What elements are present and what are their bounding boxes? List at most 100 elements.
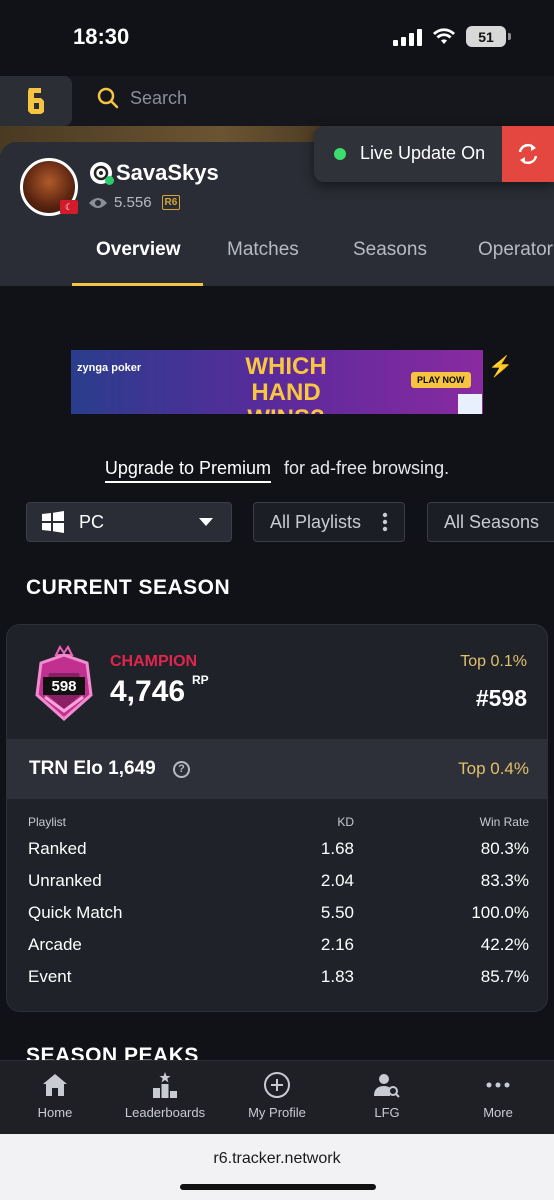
tab-operators[interactable]: Operator xyxy=(478,238,553,286)
current-season-card: 598 CHAMPION 4,746 RP Top 0.1% #598 TRN … xyxy=(6,624,548,1012)
search-input[interactable]: Search xyxy=(130,88,187,109)
wifi-icon xyxy=(433,27,455,44)
playlist-stats-table: Playlist KD Win Rate Ranked 1.68 80.3% U… xyxy=(7,815,547,999)
home-indicator[interactable] xyxy=(180,1184,376,1190)
nav-home[interactable]: Home xyxy=(0,1071,110,1120)
top-nav: Search xyxy=(0,76,554,126)
seasons-select[interactable]: All Seasons xyxy=(427,502,554,542)
header-win-rate: Win Rate xyxy=(479,815,529,829)
add-circle-icon xyxy=(264,1072,290,1098)
platform-label: PC xyxy=(79,511,105,532)
search-bar[interactable]: Search xyxy=(96,86,187,110)
ad-brand: zynga poker xyxy=(77,362,142,374)
row-playlist: Ranked xyxy=(28,839,87,858)
nav-leaderboards[interactable]: Leaderboards xyxy=(110,1071,220,1120)
active-tab-indicator xyxy=(72,283,203,286)
status-bar: 18:30 51 xyxy=(0,0,554,76)
row-kd: 1.68 xyxy=(320,839,354,858)
platform-select[interactable]: PC xyxy=(26,502,232,542)
nav-lfg[interactable]: LFG xyxy=(332,1071,442,1120)
tab-matches[interactable]: Matches xyxy=(227,238,299,286)
row-win-rate: 42.2% xyxy=(480,935,529,954)
row-playlist: Event xyxy=(28,967,72,986)
premium-text: for ad-free browsing. xyxy=(284,458,450,478)
rank-top-percent: Top 0.1% xyxy=(460,653,527,670)
search-icon xyxy=(97,87,119,109)
game-badge: R6 xyxy=(161,195,181,210)
eye-icon xyxy=(89,197,107,208)
table-row: Event 1.83 85.7% xyxy=(7,967,547,999)
row-win-rate: 85.7% xyxy=(480,967,529,986)
row-kd: 2.04 xyxy=(320,871,354,890)
current-season-title: CURRENT SEASON xyxy=(26,576,231,599)
country-flag-icon: ☾ xyxy=(60,200,78,214)
nav-my-profile[interactable]: My Profile xyxy=(222,1071,332,1120)
row-win-rate: 80.3% xyxy=(480,839,529,858)
more-icon xyxy=(486,1082,510,1088)
ad-headline: WHICH HAND WINS? xyxy=(245,353,327,415)
table-header: Playlist KD Win Rate xyxy=(7,815,547,839)
user-search-icon xyxy=(374,1074,400,1098)
tab-seasons[interactable]: Seasons xyxy=(353,238,427,286)
row-playlist: Quick Match xyxy=(28,903,123,922)
seasons-label: All Seasons xyxy=(444,511,540,532)
tab-overview[interactable]: Overview xyxy=(96,238,181,286)
elo-row: TRN Elo 1,649 ? Top 0.4% xyxy=(7,739,547,799)
table-row: Ranked 1.68 80.3% xyxy=(7,839,547,871)
rank-number: 598 xyxy=(51,678,76,695)
live-update-label: Live Update On xyxy=(360,143,486,163)
table-row: Quick Match 5.50 100.0% xyxy=(7,903,547,935)
table-row: Unranked 2.04 83.3% xyxy=(7,871,547,903)
status-time: 18:30 xyxy=(73,24,130,49)
playlists-label: All Playlists xyxy=(270,511,362,532)
nav-my-profile-label: My Profile xyxy=(248,1105,306,1120)
row-win-rate: 100.0% xyxy=(471,903,529,922)
view-count: 5.556 xyxy=(114,194,152,211)
nav-lfg-label: LFG xyxy=(374,1105,400,1120)
table-row: Arcade 2.16 42.2% xyxy=(7,935,547,967)
rank-points-unit: RP xyxy=(192,673,209,687)
advertisement-banner[interactable]: zynga poker WHICH HAND WINS? PLAY NOW xyxy=(71,350,483,414)
refresh-icon xyxy=(518,143,538,165)
status-indicators: 51 xyxy=(393,26,511,47)
elo-label: TRN Elo 1,649 xyxy=(29,758,156,779)
champion-rank-icon: 598 xyxy=(31,645,97,723)
chevron-down-icon xyxy=(199,518,213,526)
premium-prompt: Upgrade to Premium for ad-free browsing. xyxy=(0,458,554,483)
rank-position: #598 xyxy=(475,685,527,711)
leaderboard-icon xyxy=(153,1072,177,1098)
rank-name: CHAMPION xyxy=(110,653,198,670)
windows-icon xyxy=(42,511,64,533)
elo-top-percent: Top 0.4% xyxy=(458,759,529,778)
row-kd: 1.83 xyxy=(320,967,354,986)
row-playlist: Unranked xyxy=(28,871,102,890)
live-update-toggle[interactable]: Live Update On xyxy=(314,126,554,182)
playlists-select[interactable]: All Playlists xyxy=(253,502,405,542)
browser-url-bar[interactable]: r6.tracker.network xyxy=(0,1134,554,1200)
live-status-dot xyxy=(334,148,346,160)
rank-points: 4,746 xyxy=(110,675,186,708)
nav-more[interactable]: More xyxy=(443,1071,553,1120)
ad-cta-button[interactable]: PLAY NOW xyxy=(411,372,471,388)
r6-logo-icon xyxy=(28,88,44,114)
upgrade-premium-link[interactable]: Upgrade to Premium xyxy=(104,458,271,483)
help-icon[interactable]: ? xyxy=(173,761,190,778)
profile-tabs: Overview Matches Seasons Operator xyxy=(0,238,554,286)
r6-logo[interactable] xyxy=(0,76,72,126)
verified-icon xyxy=(105,176,114,185)
refresh-button[interactable] xyxy=(502,126,554,182)
battery-icon: 51 xyxy=(466,26,511,47)
row-kd: 2.16 xyxy=(320,935,354,954)
ad-choices-icon[interactable] xyxy=(458,394,482,414)
bottom-nav: Home Leaderboards My Profile LFG More xyxy=(0,1060,554,1134)
row-playlist: Arcade xyxy=(28,935,82,954)
cellular-signal-icon xyxy=(393,28,422,46)
url-text[interactable]: r6.tracker.network xyxy=(0,1150,554,1168)
kebab-menu-icon xyxy=(382,512,388,532)
nav-leaderboards-label: Leaderboards xyxy=(124,1105,206,1120)
row-kd: 5.50 xyxy=(320,903,354,922)
nav-more-label: More xyxy=(483,1105,513,1120)
row-win-rate: 83.3% xyxy=(480,871,529,890)
header-kd: KD xyxy=(337,815,354,829)
ad-close-icon[interactable]: ⚡ xyxy=(488,354,513,379)
